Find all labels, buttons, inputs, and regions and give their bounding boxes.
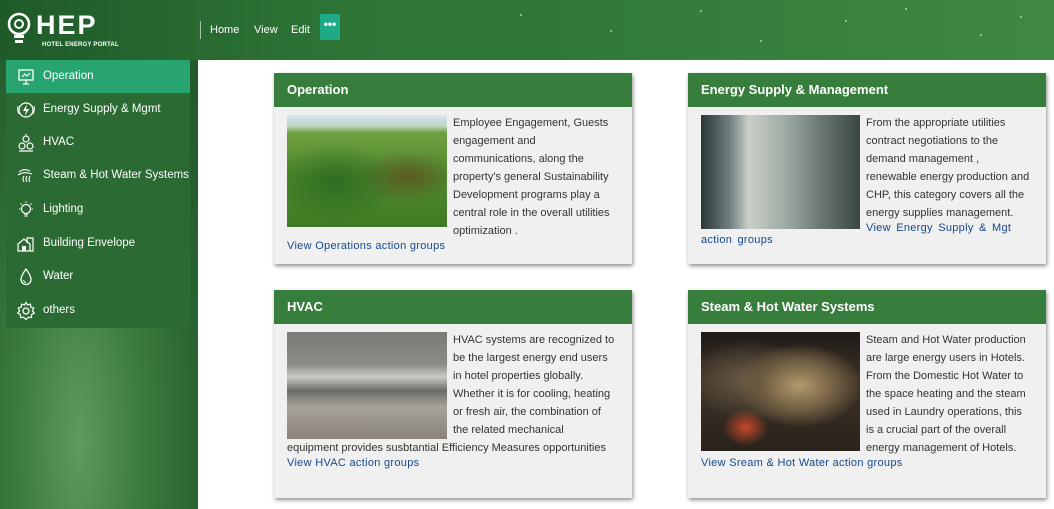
decor-spark (610, 30, 612, 32)
decor-spark (700, 10, 702, 12)
brand-subtitle: HOTEL ENERGY PORTAL (42, 42, 119, 48)
card-title: Operation (274, 73, 632, 107)
sidebar-item-steam[interactable]: Steam & Hot Water Systems (6, 159, 190, 192)
sidebar: Operation Energy Supply & Mgmt HVAC Stea… (6, 60, 190, 328)
operation-icon (18, 69, 34, 85)
hvac-icon (18, 134, 34, 152)
card-title: Energy Supply & Management (688, 73, 1046, 107)
sidebar-item-label: others (43, 304, 75, 316)
card-title: HVAC (274, 290, 632, 324)
decor-spark (980, 34, 982, 36)
energy-icon (17, 102, 35, 118)
lightbulb-logo-icon (7, 12, 31, 43)
sidebar-item-water[interactable]: Water (6, 260, 190, 293)
lightbulb-icon (19, 201, 33, 217)
steam-boiler-photo (701, 332, 860, 451)
sidebar-item-operation[interactable]: Operation (6, 60, 190, 93)
hep-logo[interactable]: HEP HOTEL ENERGY PORTAL (6, 10, 126, 52)
steam-icon (17, 169, 33, 183)
sidebar-item-label: HVAC (43, 136, 75, 148)
card-hvac: HVAC HVAC systems are recognized to be t… (274, 290, 632, 498)
sidebar-item-others[interactable]: others (6, 294, 190, 327)
card-operation: Operation Employee Engagement, Guests en… (274, 73, 632, 264)
card-title: Steam & Hot Water Systems (688, 290, 1046, 324)
sidebar-item-hvac[interactable]: HVAC (6, 126, 190, 159)
card-energy-supply: Energy Supply & Management From the appr… (688, 73, 1046, 264)
brand-name: HEP (36, 10, 98, 40)
energy-photo (701, 115, 860, 229)
decor-spark (760, 40, 762, 42)
view-operations-link[interactable]: View Operations action groups (287, 240, 618, 252)
nav-edit[interactable]: Edit (291, 24, 310, 36)
decor-spark (1020, 16, 1022, 18)
nav-home[interactable]: Home (210, 24, 239, 36)
sidebar-item-label: Steam & Hot Water Systems (43, 169, 189, 181)
more-menu-button[interactable]: ••• (320, 14, 340, 40)
building-icon (17, 237, 34, 252)
card-steam-hot-water: Steam & Hot Water Systems Steam and Hot … (688, 290, 1046, 498)
gear-icon (16, 301, 36, 321)
view-steam-link[interactable]: View Sream & Hot Water action groups (701, 457, 1032, 469)
sidebar-item-label: Lighting (43, 203, 84, 215)
sidebar-item-lighting[interactable]: Lighting (6, 193, 190, 226)
sidebar-item-label: Building Envelope (43, 237, 136, 249)
view-hvac-link[interactable]: View HVAC action groups (287, 457, 618, 469)
decor-spark (520, 14, 522, 16)
nav-view[interactable]: View (254, 24, 278, 36)
sidebar-item-energy[interactable]: Energy Supply & Mgmt (6, 93, 190, 126)
water-drop-icon (20, 267, 32, 286)
sidebar-item-building-envelope[interactable]: Building Envelope (6, 227, 190, 260)
decor-spark (905, 8, 907, 10)
sidebar-item-label: Energy Supply & Mgmt (43, 103, 161, 115)
top-header: HEP HOTEL ENERGY PORTAL Home View Edit •… (0, 0, 1054, 60)
sidebar-item-label: Operation (43, 70, 94, 82)
nav-divider (200, 21, 201, 39)
operation-photo (287, 115, 447, 227)
decor-spark (845, 20, 847, 22)
hvac-photo (287, 332, 447, 439)
sidebar-item-label: Water (43, 270, 74, 282)
